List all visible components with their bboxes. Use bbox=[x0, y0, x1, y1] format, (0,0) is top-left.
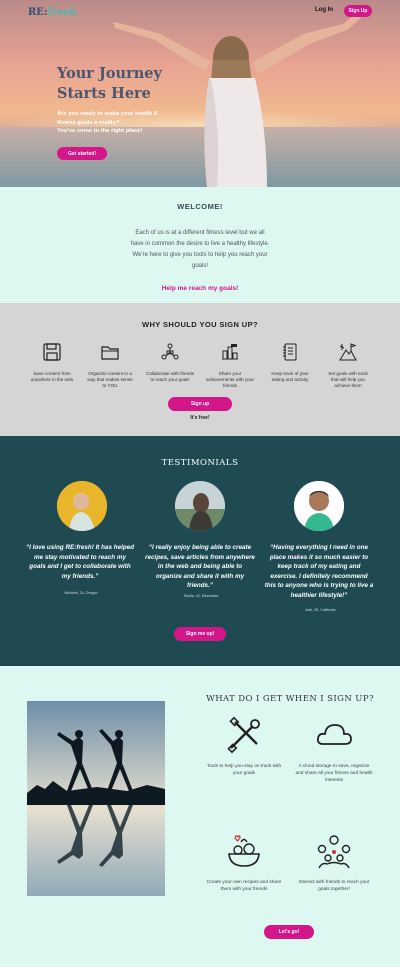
testimonials-section: TESTIMONIALS “I love using RE:fresh! It … bbox=[0, 436, 400, 666]
group-icon bbox=[317, 835, 351, 869]
why-item-goals: Set goals with tools that will help you … bbox=[324, 342, 372, 389]
hero-title: Your Journey Starts Here bbox=[57, 65, 162, 102]
achievement-icon bbox=[222, 344, 238, 360]
why-item-save: Save content from anywhere in the web bbox=[28, 342, 76, 383]
avatar-michelle bbox=[57, 481, 107, 531]
avatar-sheila-image bbox=[175, 481, 225, 531]
sign-me-up-button[interactable]: Sign me up! bbox=[174, 627, 226, 641]
sign-up-button[interactable]: Sign up bbox=[168, 397, 232, 411]
save-icon bbox=[43, 343, 61, 361]
get-started-button[interactable]: Get started! bbox=[57, 147, 107, 160]
signup-header-button[interactable]: Sign Up bbox=[344, 5, 372, 17]
feature-interact: Interact with friends to reach your goal… bbox=[294, 832, 374, 893]
goal-mountain-icon bbox=[339, 343, 357, 361]
tools-icon bbox=[227, 716, 260, 754]
why-title: WHY SHOULD YOU SIGN UP? bbox=[141, 320, 259, 329]
why-item-label: Save content from anywhere in the web bbox=[30, 371, 74, 382]
why-item-label: Keep track of your eating and activity bbox=[271, 371, 309, 382]
feature-tools: Tools to help you stay on track with you… bbox=[204, 716, 284, 777]
why-item-label: Share your achievements with your friend… bbox=[206, 371, 255, 388]
logo[interactable]: RE:fresh bbox=[28, 7, 76, 18]
testimonial-author-2: - Sheila, 42, Minnesota bbox=[181, 594, 219, 598]
testimonial-quote-2: “I really enjoy being able to create rec… bbox=[145, 544, 255, 589]
why-item-label: Collaborate with friends to reach your g… bbox=[146, 371, 195, 382]
testimonial-author-1: - Michelle, 24, Oregon bbox=[62, 591, 98, 595]
why-item-collaborate: Collaborate with friends to reach your g… bbox=[146, 342, 194, 383]
why-item-label: Organize content in a way that makes sen… bbox=[87, 371, 133, 388]
feature-interact-label: Interact with friends to reach your goal… bbox=[298, 880, 370, 892]
testimonial-author-3: - Josh, 26, California bbox=[302, 608, 336, 612]
yoga-silhouette-image bbox=[27, 701, 165, 896]
hero-subtitle-line1: Are you ready to make your health & fitn… bbox=[57, 111, 158, 126]
help-reach-goals-link[interactable]: Help me reach my goals! bbox=[0, 285, 400, 292]
avatar-sheila bbox=[175, 481, 225, 531]
avatar-josh-image bbox=[294, 481, 344, 531]
why-item-label: Set goals with tools that will help you … bbox=[328, 371, 368, 388]
lets-go-button[interactable]: Let's go! bbox=[264, 925, 314, 939]
yoga-silhouette-photo bbox=[27, 701, 165, 896]
what-do-i-get-section: WHAT DO I GET WHEN I SIGN UP? Tools to h… bbox=[0, 666, 400, 967]
feature-cloud-label: A cloud storage to save, organize and sh… bbox=[295, 764, 373, 783]
hero-subtitle-line2: You've come to the right place! bbox=[57, 128, 143, 134]
salad-bowl-icon bbox=[228, 835, 260, 867]
login-link[interactable]: Log In bbox=[315, 7, 333, 13]
welcome-section: WELCOME! Each of us is at a different fi… bbox=[0, 187, 400, 303]
feature-cloud: A cloud storage to save, organize and sh… bbox=[294, 716, 374, 784]
logo-suffix: fresh bbox=[47, 7, 77, 18]
welcome-title: WELCOME! bbox=[177, 202, 223, 211]
testimonial-quote-3: “Having everything I need in one place m… bbox=[264, 544, 374, 599]
why-item-organize: Organize content in a way that makes sen… bbox=[86, 342, 134, 389]
welcome-body: Each of us is at a different fitness lev… bbox=[130, 230, 270, 269]
feature-recipes: Create your own recipes and share them w… bbox=[204, 832, 284, 893]
why-signup-section: WHY SHOULD YOU SIGN UP? Save content fro… bbox=[0, 303, 400, 436]
avatar-michelle-image bbox=[57, 481, 107, 531]
cloud-icon bbox=[316, 724, 352, 745]
testimonial-quote-1: “I love using RE:fresh! It has helped me… bbox=[25, 544, 135, 580]
feature-recipes-label: Create your own recipes and share them w… bbox=[206, 880, 282, 892]
hero-subtitle: Are you ready to make your health & fitn… bbox=[57, 110, 177, 136]
notebook-icon bbox=[283, 343, 297, 361]
avatar-josh bbox=[294, 481, 344, 531]
folder-icon bbox=[101, 346, 119, 360]
what-do-i-get-title: WHAT DO I GET WHEN I SIGN UP? bbox=[206, 694, 374, 704]
testimonials-title: TESTIMONIALS bbox=[161, 458, 239, 468]
hero-section: RE:fresh Log In Sign Up Your Journey Sta… bbox=[0, 0, 400, 187]
logo-prefix: RE: bbox=[28, 7, 48, 18]
why-item-share: Share your achievements with your friend… bbox=[206, 342, 254, 389]
why-item-track: Keep track of your eating and activity bbox=[266, 342, 314, 383]
people-network-icon bbox=[161, 343, 179, 360]
its-free-note: It's free! bbox=[190, 415, 210, 421]
feature-tools-label: Tools to help you stay on track with you… bbox=[206, 764, 282, 776]
